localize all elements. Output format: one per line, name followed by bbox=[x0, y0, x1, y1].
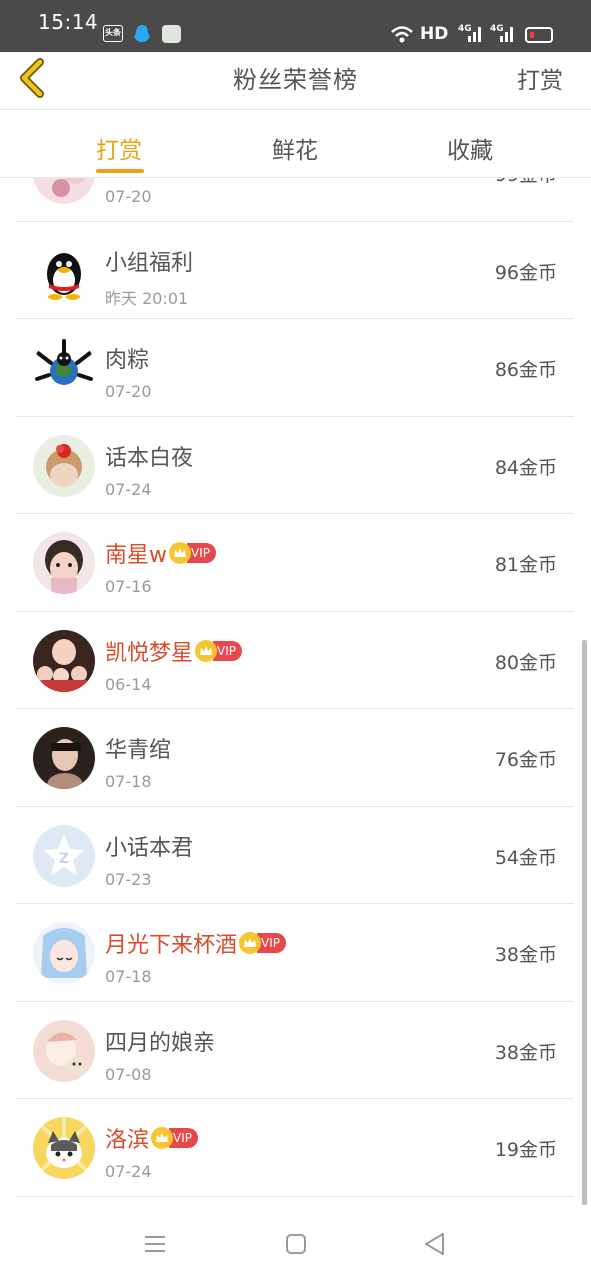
avatar bbox=[33, 1019, 95, 1082]
reward-amount: 84金币 bbox=[494, 456, 557, 479]
user-name: 凯悦梦星 VIP bbox=[105, 635, 242, 667]
avatar bbox=[33, 532, 95, 594]
reward-date: 07-08 bbox=[105, 1064, 152, 1084]
vip-badge: VIP bbox=[187, 543, 216, 563]
reward-date: 昨天 20:01 bbox=[105, 288, 189, 308]
reward-amount: 19金币 bbox=[494, 1139, 557, 1161]
list-item[interactable]: 凯悦梦星 VIP 06-14 80金币 bbox=[17, 612, 574, 709]
list-item[interactable]: 07-20 99金币 bbox=[17, 178, 574, 222]
crown-icon bbox=[169, 542, 191, 564]
menu-icon[interactable] bbox=[141, 1230, 169, 1258]
list-item[interactable]: 月光下来杯酒 VIP 07-18 38金币 bbox=[17, 904, 574, 1002]
avatar bbox=[33, 239, 95, 302]
list-item[interactable]: 肉粽 07-20 86金币 bbox=[17, 319, 574, 417]
reward-date: 07-23 bbox=[105, 869, 152, 889]
avatar bbox=[33, 337, 95, 399]
tab-favorites[interactable]: 收藏 bbox=[447, 131, 493, 165]
crown-icon bbox=[151, 1127, 174, 1149]
vip-badge: VIP bbox=[257, 933, 286, 953]
list-item[interactable]: 话本白夜 07-24 84金币 bbox=[17, 417, 574, 514]
list-item[interactable]: 小组福利 昨天 20:01 96金币 bbox=[17, 222, 574, 319]
user-name: 华青绾 bbox=[105, 738, 172, 763]
system-nav-bar bbox=[0, 1208, 591, 1280]
reward-amount: 81金币 bbox=[494, 554, 557, 576]
battery-icon bbox=[525, 27, 553, 43]
reward-date: 07-18 bbox=[105, 772, 152, 791]
reward-amount: 99金币 bbox=[495, 178, 557, 187]
reward-date: 07-24 bbox=[105, 479, 152, 499]
user-name: 肉粽 bbox=[105, 348, 150, 373]
list-item[interactable]: 南星w VIP 07-16 81金币 bbox=[17, 514, 574, 612]
reward-amount: 80金币 bbox=[494, 651, 557, 674]
reward-date: 06-14 bbox=[105, 674, 152, 694]
avatar bbox=[33, 727, 95, 789]
vip-badge: VIP bbox=[169, 1128, 198, 1148]
user-name: 话本白夜 bbox=[105, 445, 194, 471]
list-item[interactable]: 四月的娘亲 07-08 38金币 bbox=[17, 1002, 574, 1099]
reward-amount: 86金币 bbox=[494, 359, 557, 381]
toutiao-app-icon: 头条 bbox=[103, 25, 123, 42]
status-bar: 15:14 头条 HD 4G 4G bbox=[0, 0, 591, 52]
svg-text:Z: Z bbox=[59, 851, 69, 867]
user-name-text: 凯悦梦星 bbox=[105, 640, 194, 666]
scrollbar[interactable] bbox=[582, 640, 587, 1205]
reward-amount: 54金币 bbox=[494, 846, 557, 869]
avatar bbox=[33, 178, 95, 204]
fan-ranking-list[interactable]: 07-20 99金币 小组福利 昨天 20:01 96金币 肉粽 07-20 8… bbox=[0, 178, 591, 1208]
title-bar: 粉丝荣誉榜 打赏 bbox=[0, 52, 591, 110]
reward-date: 07-24 bbox=[105, 1162, 152, 1181]
crown-icon bbox=[239, 932, 262, 954]
user-name-text: 月光下来杯酒 bbox=[105, 933, 238, 958]
avatar: Z bbox=[33, 824, 95, 887]
avatar bbox=[33, 434, 95, 497]
user-name: 洛滨 VIP bbox=[105, 1122, 198, 1154]
green-app-icon bbox=[162, 25, 181, 43]
wifi-icon bbox=[390, 24, 414, 44]
crown-icon bbox=[195, 639, 218, 662]
list-item[interactable]: Z 小话本君 07-23 54金币 bbox=[17, 807, 574, 904]
reward-date: 07-18 bbox=[105, 967, 152, 986]
avatar bbox=[33, 629, 95, 692]
vip-badge: VIP bbox=[213, 640, 242, 661]
reward-amount: 38金币 bbox=[494, 1041, 557, 1064]
tab-reward[interactable]: 打赏 bbox=[96, 131, 142, 165]
page-title: 粉丝荣誉榜 bbox=[233, 66, 358, 94]
tab-bar: 打赏 鲜花 收藏 bbox=[0, 111, 591, 178]
reward-amount: 96金币 bbox=[494, 261, 557, 284]
reward-amount: 38金币 bbox=[494, 944, 557, 966]
list-item[interactable]: 华青绾 07-18 76金币 bbox=[17, 709, 574, 807]
reward-date: 07-20 bbox=[105, 187, 152, 206]
list-item[interactable]: 洛滨 VIP 07-24 19金币 bbox=[17, 1099, 574, 1197]
user-name: 南星w VIP bbox=[105, 537, 216, 569]
user-name: 四月的娘亲 bbox=[105, 1030, 216, 1056]
back-triangle-icon[interactable] bbox=[421, 1230, 449, 1258]
user-name-text: 洛滨 bbox=[105, 1128, 150, 1153]
qq-icon bbox=[132, 24, 152, 44]
user-name: 小话本君 bbox=[105, 835, 194, 861]
reward-date: 07-20 bbox=[105, 382, 152, 401]
active-tab-indicator bbox=[96, 169, 144, 173]
network-type: HD bbox=[420, 24, 449, 44]
avatar bbox=[33, 1117, 95, 1179]
tab-flowers[interactable]: 鲜花 bbox=[272, 131, 318, 165]
home-square-icon[interactable] bbox=[282, 1230, 310, 1258]
user-name: 月光下来杯酒 VIP bbox=[105, 927, 286, 959]
avatar bbox=[33, 922, 95, 984]
reward-button[interactable]: 打赏 bbox=[517, 61, 563, 95]
user-name: 小组福利 bbox=[105, 250, 194, 276]
status-time: 15:14 bbox=[38, 10, 99, 34]
reward-amount: 76金币 bbox=[494, 749, 557, 771]
user-name-text: 南星w bbox=[105, 543, 167, 568]
reward-date: 07-16 bbox=[105, 577, 152, 596]
